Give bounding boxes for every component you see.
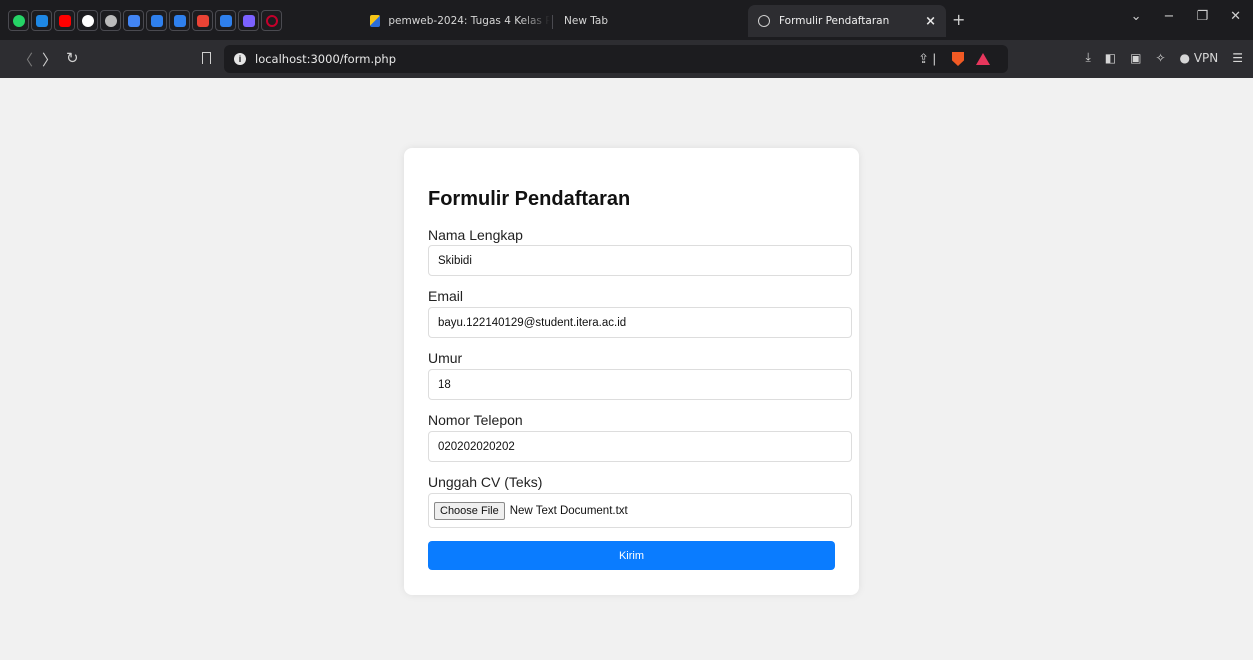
- back-icon[interactable]: 〈: [18, 49, 33, 70]
- whatsapp-icon: [12, 14, 25, 27]
- forward-icon[interactable]: 〉: [42, 49, 57, 70]
- download-icon[interactable]: ⤓: [1085, 50, 1090, 65]
- gmail-icon: [196, 14, 209, 27]
- url-text[interactable]: localhost:3000/form.php: [255, 52, 396, 66]
- docs-icon: [127, 14, 140, 27]
- cv-upload-label: Unggah CV (Teks): [428, 474, 543, 490]
- form-title: Formulir Pendaftaran: [428, 188, 631, 210]
- opera-icon: [265, 14, 278, 27]
- tab-formulir[interactable]: Formulir Pendaftaran ×: [748, 5, 946, 37]
- pinned-tab-tasks[interactable]: [238, 10, 259, 31]
- tab-title: Formulir Pendaftaran: [779, 15, 890, 27]
- pinned-tabs: [8, 10, 282, 31]
- pinned-tab-youtube[interactable]: [54, 10, 75, 31]
- address-bar[interactable]: i localhost:3000/form.php ⇪ |: [224, 45, 1008, 73]
- phone-label: Nomor Telepon: [428, 412, 523, 428]
- pinned-tab-whatsapp[interactable]: [8, 10, 29, 31]
- classroom-icon: [35, 14, 48, 27]
- pinned-tab-globe[interactable]: [100, 10, 121, 31]
- tab-pemweb[interactable]: pemweb-2024: Tugas 4 Kelas RA da: [370, 7, 550, 35]
- tab-title: New Tab: [564, 15, 609, 27]
- check-icon: [242, 14, 255, 27]
- cv-file-input[interactable]: Choose File New Text Document.txt: [428, 493, 852, 528]
- age-input[interactable]: [428, 369, 852, 400]
- vpn-button[interactable]: ● VPN: [1180, 51, 1219, 65]
- browser-chrome: pemweb-2024: Tugas 4 Kelas RA da New Tab…: [0, 0, 1253, 78]
- reload-icon[interactable]: ↻: [66, 49, 79, 67]
- selected-file-name: New Text Document.txt: [509, 504, 628, 517]
- globe-icon: [104, 14, 117, 27]
- choose-file-button[interactable]: Choose File: [434, 501, 505, 520]
- name-input[interactable]: [428, 245, 852, 276]
- pinned-tab-classroom[interactable]: [31, 10, 52, 31]
- registration-card: Formulir Pendaftaran Nama Lengkap Email …: [404, 148, 859, 595]
- brave-shields-icon[interactable]: [952, 52, 964, 66]
- tab-title: pemweb-2024: Tugas 4 Kelas RA da: [388, 15, 550, 27]
- pinned-tab-trello-3[interactable]: [215, 10, 236, 31]
- new-tab-button[interactable]: +: [952, 10, 965, 29]
- pinned-tab-docs[interactable]: [123, 10, 144, 31]
- phone-input[interactable]: [428, 431, 852, 462]
- leo-ai-icon[interactable]: ✧: [1155, 51, 1165, 65]
- name-label: Nama Lengkap: [428, 227, 523, 243]
- pinned-tab-opera[interactable]: [261, 10, 282, 31]
- pinned-tab-trello-2[interactable]: [169, 10, 190, 31]
- moodle-icon: [370, 15, 381, 27]
- email-label: Email: [428, 288, 464, 304]
- pinned-tab-github[interactable]: [77, 10, 98, 31]
- address-toolbar: 〈 〉 ↻ i localhost:3000/form.php ⇪ | ⤓ ◧ …: [0, 40, 1253, 78]
- restore-icon[interactable]: ❐: [1196, 9, 1208, 24]
- submit-button[interactable]: Kirim: [428, 541, 835, 570]
- tab-divider: [552, 15, 553, 29]
- pinned-tab-gmail[interactable]: [192, 10, 213, 31]
- age-label: Umur: [428, 350, 463, 366]
- github-icon: [81, 14, 94, 27]
- tab-search-icon[interactable]: ⌄: [1131, 9, 1142, 24]
- tab-new-tab[interactable]: New Tab: [564, 7, 608, 35]
- trello-icon: [150, 14, 163, 27]
- toolbar-actions: ⤓ ◧ ▣ ✧ ● VPN ☰: [1085, 50, 1243, 65]
- trello-icon: [219, 14, 232, 27]
- window-controls: ⌄ − ❐ ✕: [1131, 9, 1241, 24]
- email-input[interactable]: [428, 307, 852, 338]
- trello-icon: [173, 14, 186, 27]
- bookmark-icon[interactable]: [202, 52, 211, 64]
- close-window-icon[interactable]: ✕: [1230, 9, 1241, 24]
- pinned-tab-trello-1[interactable]: [146, 10, 167, 31]
- youtube-icon: [58, 14, 71, 27]
- tab-strip: pemweb-2024: Tugas 4 Kelas RA da New Tab…: [0, 0, 1253, 40]
- globe-icon: [758, 15, 770, 27]
- share-icon[interactable]: ⇪ |: [918, 51, 936, 67]
- vpn-label: VPN: [1193, 50, 1219, 65]
- menu-icon[interactable]: ☰: [1232, 51, 1243, 65]
- wallet-icon[interactable]: ▣: [1130, 51, 1141, 65]
- site-info-icon[interactable]: i: [234, 53, 246, 65]
- minimize-icon[interactable]: −: [1164, 9, 1175, 24]
- brave-rewards-icon[interactable]: [976, 53, 990, 65]
- sidebar-icon[interactable]: ◧: [1105, 51, 1116, 65]
- close-tab-icon[interactable]: ×: [925, 14, 936, 29]
